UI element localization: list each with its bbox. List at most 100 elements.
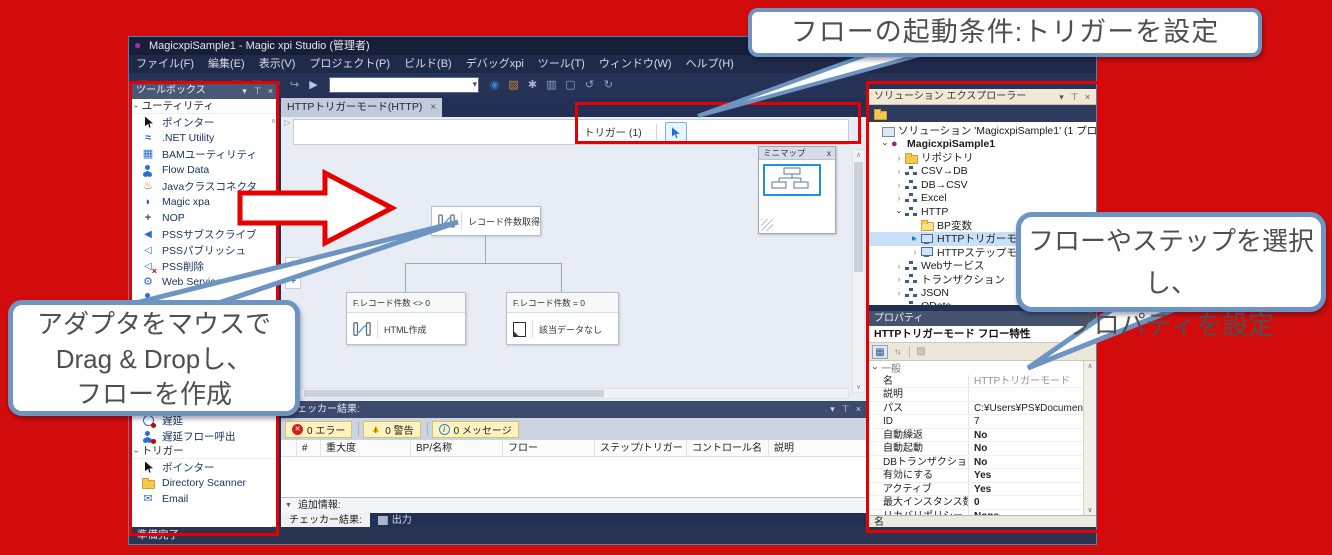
menu-item[interactable]: ウィンドウ(W) xyxy=(592,55,679,73)
tree-chevron-icon[interactable] xyxy=(894,301,904,305)
tree-row[interactable]: ▶ ソリューション 'MagicxpiSample1' (1 プロジェクト) xyxy=(869,124,1096,138)
toolbox-item[interactable]: Javaクラスコネクタ xyxy=(131,178,279,194)
minimap-resize-grip[interactable] xyxy=(761,219,773,231)
tree-chevron-icon[interactable] xyxy=(894,288,904,298)
tab-checker-results[interactable]: チェッカー結果: xyxy=(281,513,370,528)
column-header[interactable]: フロー xyxy=(503,440,595,456)
column-header[interactable]: # xyxy=(297,440,321,456)
menu-item[interactable]: ビルド(B) xyxy=(397,55,459,73)
search-combobox[interactable] xyxy=(329,77,479,93)
tree-row[interactable]: ▶ Excel xyxy=(869,192,1096,206)
run-icon[interactable] xyxy=(305,77,322,94)
redo-icon[interactable] xyxy=(600,77,617,94)
menu-item[interactable]: 表示(V) xyxy=(252,55,303,73)
toolbox-item[interactable]: NOP xyxy=(131,210,279,226)
property-pages-icon[interactable] xyxy=(913,345,929,359)
folder-options-icon[interactable] xyxy=(505,77,522,94)
scroll-up-icon[interactable]: ∧ xyxy=(271,117,276,125)
properties-scrollbar[interactable]: ∧ ∨ xyxy=(1083,361,1096,515)
explorer-pin-icon[interactable]: ⊤ xyxy=(1068,90,1081,104)
property-group-general[interactable]: 一般 xyxy=(869,361,1083,375)
toolbox-pin-icon[interactable]: ⊤ xyxy=(251,84,264,98)
toolbox-menu-icon[interactable]: ▾ xyxy=(238,84,251,98)
errors-filter-button[interactable]: 0 エラー xyxy=(285,421,352,438)
property-row[interactable]: DBトランザクション No xyxy=(869,456,1083,470)
toolbox-section-utility[interactable]: › ユーティリティ xyxy=(131,99,279,114)
sort-az-icon[interactable] xyxy=(889,345,905,359)
property-row[interactable]: パス C:¥Users¥PS¥Documents¥m xyxy=(869,402,1083,416)
property-row[interactable]: 自動起動 No xyxy=(869,442,1083,456)
column-header[interactable]: 重大度 xyxy=(321,440,411,456)
toolbox-item[interactable]: .NET Utility xyxy=(131,130,279,146)
property-row[interactable]: アクティブ Yes xyxy=(869,483,1083,497)
tools-icon[interactable] xyxy=(524,77,541,94)
tree-row[interactable]: ▶ リポジトリ xyxy=(869,151,1096,165)
undo-icon[interactable] xyxy=(581,77,598,94)
layout-icon[interactable] xyxy=(543,77,560,94)
folder-icon[interactable] xyxy=(873,108,887,120)
window-icon[interactable] xyxy=(562,77,579,94)
messages-filter-button[interactable]: 0 メッセージ xyxy=(432,421,519,438)
property-row[interactable]: 名 HTTPトリガーモード xyxy=(869,375,1083,389)
tree-chevron-icon[interactable] xyxy=(894,166,904,176)
explorer-close-icon[interactable]: × xyxy=(1081,90,1094,104)
tree-chevron-icon[interactable] xyxy=(894,207,904,217)
menu-item[interactable]: ヘルプ(H) xyxy=(679,55,741,73)
column-header[interactable]: ステップ/トリガー xyxy=(595,440,687,456)
additional-info-row[interactable]: ▼ 追加情報: xyxy=(281,497,867,513)
menu-item[interactable]: ファイル(F) xyxy=(129,55,201,73)
checker-pin-icon[interactable]: ⊤ xyxy=(839,402,852,416)
property-row[interactable]: 有効にする Yes xyxy=(869,469,1083,483)
tree-chevron-icon[interactable] xyxy=(894,180,904,190)
toolbox-item[interactable]: 遅延フロー呼出 xyxy=(131,428,279,444)
toolbox-item[interactable]: Directory Scanner xyxy=(131,475,279,491)
toolbox-item[interactable]: ポインター xyxy=(131,459,279,475)
menu-item[interactable]: プロジェクト(P) xyxy=(302,55,397,73)
tree-chevron-icon[interactable] xyxy=(894,193,904,203)
canvas-horizontal-scrollbar[interactable] xyxy=(293,388,849,399)
tree-chevron-icon[interactable] xyxy=(894,261,904,271)
tree-row[interactable]: ▶ CSV→DB xyxy=(869,165,1096,179)
tab-output[interactable]: 出力 xyxy=(370,513,420,528)
flow-canvas[interactable]: ▷ トリガー (1) レコード件数取得 F.レコード件数 xyxy=(281,117,867,401)
minimap-close-icon[interactable]: x xyxy=(827,147,831,159)
toolbox-section-trigger[interactable]: › トリガー xyxy=(131,444,279,459)
minimap-viewport[interactable] xyxy=(763,164,821,196)
toolbox-close-icon[interactable]: × xyxy=(264,84,277,98)
categorize-icon[interactable] xyxy=(872,345,888,359)
find-icon[interactable] xyxy=(486,77,503,94)
toolbox-item[interactable]: Magic xpa xyxy=(131,194,279,210)
menu-item[interactable]: 編集(E) xyxy=(201,55,252,73)
tab-http-trigger-mode[interactable]: HTTPトリガーモード(HTTP) × xyxy=(281,98,442,117)
toolbox-item[interactable]: Flow Data xyxy=(131,162,279,178)
tree-chevron-icon[interactable] xyxy=(894,153,904,163)
tree-chevron-icon[interactable] xyxy=(910,247,920,257)
property-row[interactable]: 最大インスタンス数 0 xyxy=(869,496,1083,510)
minimap[interactable]: ミニマップ x xyxy=(758,146,836,234)
toolbox-item[interactable]: PSS削除 xyxy=(131,258,279,274)
toolbox-item[interactable]: BAMユーティリティ xyxy=(131,146,279,162)
canvas-vertical-scrollbar[interactable]: ∧ ∨ xyxy=(852,149,865,393)
column-header[interactable]: BP/名称 xyxy=(411,440,503,456)
trigger-pointer-button[interactable] xyxy=(665,122,687,142)
toolbox-item[interactable]: ポインター xyxy=(131,114,279,130)
checker-close-icon[interactable]: × xyxy=(852,402,865,416)
toolbox-item[interactable]: Web Service xyxy=(131,274,279,290)
nav-forward-icon[interactable] xyxy=(286,77,303,94)
zoom-fit-icon[interactable]: ✦ xyxy=(285,257,301,272)
tab-close-icon[interactable]: × xyxy=(430,98,436,117)
flow-step-get-record-count[interactable]: レコード件数取得 xyxy=(431,206,541,236)
tree-chevron-icon[interactable] xyxy=(880,139,890,149)
tree-chevron-icon[interactable] xyxy=(894,274,904,284)
toolbox-item[interactable]: Email xyxy=(131,491,279,507)
toolbox-item[interactable]: PSSパブリッシュ xyxy=(131,242,279,258)
checker-menu-icon[interactable]: ▾ xyxy=(826,402,839,416)
column-header[interactable]: 説明 xyxy=(769,440,867,456)
trigger-bar[interactable]: トリガー (1) xyxy=(293,119,849,145)
tree-row[interactable]: ▶ DB→CSV xyxy=(869,178,1096,192)
column-header[interactable]: コントロール名 xyxy=(687,440,769,456)
menu-item[interactable]: デバッグxpi xyxy=(459,55,531,73)
zoom-in-icon[interactable]: + xyxy=(285,274,301,289)
menu-item[interactable]: ツール(T) xyxy=(531,55,592,73)
canvas-expander-icon[interactable]: ▷ xyxy=(284,118,290,127)
